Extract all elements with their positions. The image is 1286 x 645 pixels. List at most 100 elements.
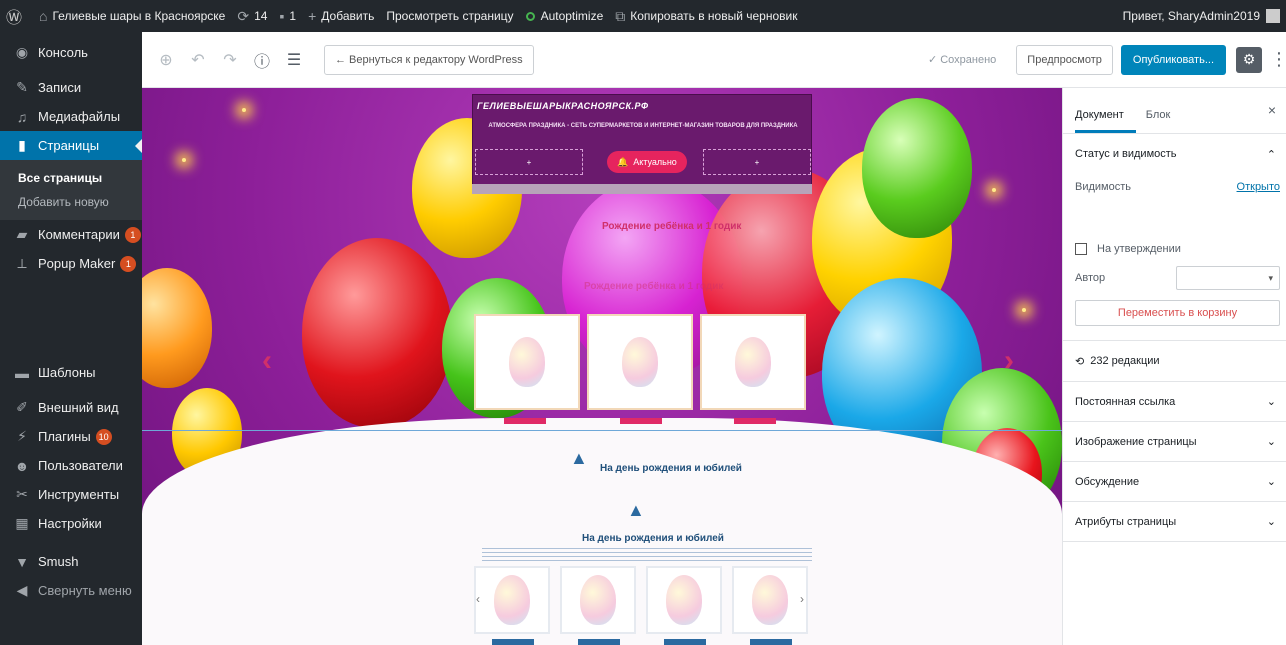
card-button[interactable] — [734, 418, 776, 424]
copy-draft-link[interactable]: ⧉ Копировать в новый черновик — [609, 0, 803, 32]
admin-sidebar: ◉ Консоль ✎ Записи ♫ Медиафайлы ▮ Страницы В… — [0, 32, 142, 645]
sidebar-item-smush[interactable]: ▼ Smush — [0, 547, 142, 576]
add-block-icon[interactable]: ⊕ — [150, 44, 182, 76]
card-button[interactable] — [664, 639, 706, 645]
placeholder-box-right[interactable]: + — [703, 149, 811, 175]
site-header-block[interactable]: ГЕЛИЕВЫЕШАРЫКРАСНОЯРСК.РФ АТМОСФЕРА ПРАЗ… — [472, 94, 812, 186]
sidebar-item-label: Плагины — [38, 429, 91, 444]
wordpress-logo[interactable]: Ⓦ — [0, 0, 33, 32]
collapse-icon: ◀ — [16, 582, 28, 598]
chevron-down-icon: ⌄ — [1266, 396, 1276, 408]
sidebar-item-popup-maker[interactable]: ⟂ Popup Maker 1 — [0, 249, 142, 278]
product-card[interactable] — [560, 566, 636, 634]
info-icon[interactable]: ⓘ — [246, 44, 278, 76]
history-icon: ⟲ — [1075, 355, 1085, 368]
editor-toolbar: ⊕ ↶ ↷ ⓘ ☰ ← Вернуться к редактору WordPr… — [142, 32, 1286, 88]
pages-icon: ▮ — [18, 137, 26, 153]
view-page-link[interactable]: Просмотреть страницу — [380, 0, 519, 32]
autoptimize-link[interactable]: Autoptimize — [520, 0, 610, 32]
redo-icon[interactable]: ↷ — [214, 44, 246, 76]
updates-count: 14 — [254, 9, 268, 23]
featured-image-panel-toggle[interactable]: Изображение страницы ⌄ — [1063, 422, 1286, 462]
card-button[interactable] — [578, 639, 620, 645]
card-button[interactable] — [492, 639, 534, 645]
sidebar-item-dashboard[interactable]: ◉ Консоль — [0, 38, 142, 67]
sidebar-item-label: Записи — [38, 80, 82, 95]
aktual-button[interactable]: 🔔 Актуально — [607, 151, 687, 173]
product-card[interactable] — [474, 566, 550, 634]
product-card[interactable] — [646, 566, 722, 634]
appearance-icon: ✐ — [16, 399, 28, 415]
slider-prev-icon[interactable]: ‹ — [262, 344, 272, 378]
more-menu-icon[interactable]: ⋮ — [1270, 49, 1286, 70]
pending-checkbox[interactable] — [1075, 243, 1087, 255]
sidebar-item-label: Smush — [38, 554, 79, 569]
dropdown-arrow-icon: ▾ — [1268, 272, 1273, 283]
publish-button[interactable]: Опубликовать... — [1120, 44, 1226, 75]
settings-gear-button[interactable]: ⚙ — [1236, 46, 1262, 73]
panel-title: Обсуждение — [1075, 475, 1140, 488]
submenu-all-pages[interactable]: Все страницы — [0, 166, 142, 190]
comments-icon: ▰ — [16, 226, 28, 242]
panel-title: Атрибуты страницы — [1075, 515, 1177, 528]
account-link[interactable]: Привет, SharyAdmin2019 — [1123, 0, 1280, 32]
sidebar-item-media[interactable]: ♫ Медиафайлы — [0, 102, 142, 131]
slider2-prev-icon[interactable]: ‹ — [476, 592, 480, 606]
slider2-next-icon[interactable]: › — [800, 592, 804, 606]
sidebar-item-label: Страницы — [38, 138, 100, 153]
chevron-down-icon: ⌄ — [1266, 476, 1276, 488]
slider-next-icon[interactable]: › — [1004, 344, 1014, 378]
move-to-trash-button[interactable]: Переместить в корзину — [1075, 300, 1280, 326]
sidebar-item-templates[interactable]: ▬ Шаблоны — [0, 358, 142, 387]
placeholder-box-left[interactable]: + — [475, 149, 583, 175]
card-button[interactable] — [620, 418, 662, 424]
outline-icon[interactable]: ☰ — [278, 44, 310, 76]
visibility-link[interactable]: Открыто — [1237, 181, 1280, 193]
page-attributes-panel-toggle[interactable]: Атрибуты страницы ⌄ — [1063, 502, 1286, 542]
sidebar-item-tools[interactable]: ✂ Инструменты — [0, 480, 142, 509]
undo-icon[interactable]: ↶ — [182, 44, 214, 76]
comments-link[interactable]: ▪ 1 — [273, 0, 302, 32]
discussion-panel-toggle[interactable]: Обсуждение ⌄ — [1063, 462, 1286, 502]
editor-canvas[interactable]: ГЕЛИЕВЫЕШАРЫКРАСНОЯРСК.РФ АТМОСФЕРА ПРАЗ… — [142, 88, 1062, 645]
card-button[interactable] — [750, 639, 792, 645]
sidebar-item-posts[interactable]: ✎ Записи — [0, 73, 142, 102]
media-icon: ♫ — [16, 108, 28, 125]
preview-button[interactable]: Предпросмотр — [1016, 44, 1113, 75]
add-new-link[interactable]: + Добавить — [302, 0, 380, 32]
sparkle-image — [182, 158, 186, 162]
product-card[interactable] — [474, 314, 580, 410]
visibility-row: Видимость Открыто — [1063, 174, 1286, 200]
permalink-panel-toggle[interactable]: Постоянная ссылка ⌄ — [1063, 382, 1286, 422]
revisions-link[interactable]: ⟲ 232 редакции — [1063, 341, 1286, 381]
sparkle-image — [992, 188, 996, 192]
chevron-down-icon: ⌄ — [1266, 436, 1276, 448]
comment-icon: ▪ — [279, 8, 285, 24]
collapse-menu-button[interactable]: ◀ Свернуть меню — [0, 576, 142, 605]
users-icon: ☻ — [14, 457, 30, 474]
product-card[interactable] — [700, 314, 806, 410]
site-name-link[interactable]: ⌂ Гелиевые шары в Красноярске — [33, 0, 231, 32]
sidebar-item-plugins[interactable]: ⚡ Плагины 10 — [0, 422, 142, 451]
back-to-editor-button[interactable]: ← Вернуться к редактору WordPress — [324, 44, 534, 75]
tab-document[interactable]: Документ — [1075, 109, 1136, 133]
sidebar-item-comments[interactable]: ▰ Комментарии 1 — [0, 220, 142, 249]
product-card[interactable] — [587, 314, 693, 410]
submenu-add-new[interactable]: Добавить новую — [0, 190, 142, 214]
card-button[interactable] — [504, 418, 546, 424]
pending-review-row[interactable]: На утверждении — [1063, 236, 1286, 262]
sidebar-item-users[interactable]: ☻ Пользователи — [0, 451, 142, 480]
gear-icon: ⚙ — [1242, 51, 1256, 67]
close-icon[interactable]: × — [1268, 102, 1276, 118]
section2-title-secondary: На день рождения и юбилей — [582, 533, 724, 544]
status-visibility-panel-toggle[interactable]: Статус и видимость ⌃ — [1063, 134, 1286, 174]
sidebar-item-pages[interactable]: ▮ Страницы — [0, 131, 142, 160]
sidebar-item-appearance[interactable]: ✐ Внешний вид — [0, 393, 142, 422]
tab-block[interactable]: Блок — [1146, 109, 1183, 133]
pages-submenu: Все страницы Добавить новую — [0, 160, 142, 220]
updates-link[interactable]: ⟳ 14 — [231, 0, 273, 32]
sidebar-item-label: Консоль — [38, 45, 88, 60]
product-card[interactable] — [732, 566, 808, 634]
sidebar-item-settings[interactable]: ▦ Настройки — [0, 509, 142, 538]
author-select[interactable]: ▾ — [1176, 266, 1280, 290]
